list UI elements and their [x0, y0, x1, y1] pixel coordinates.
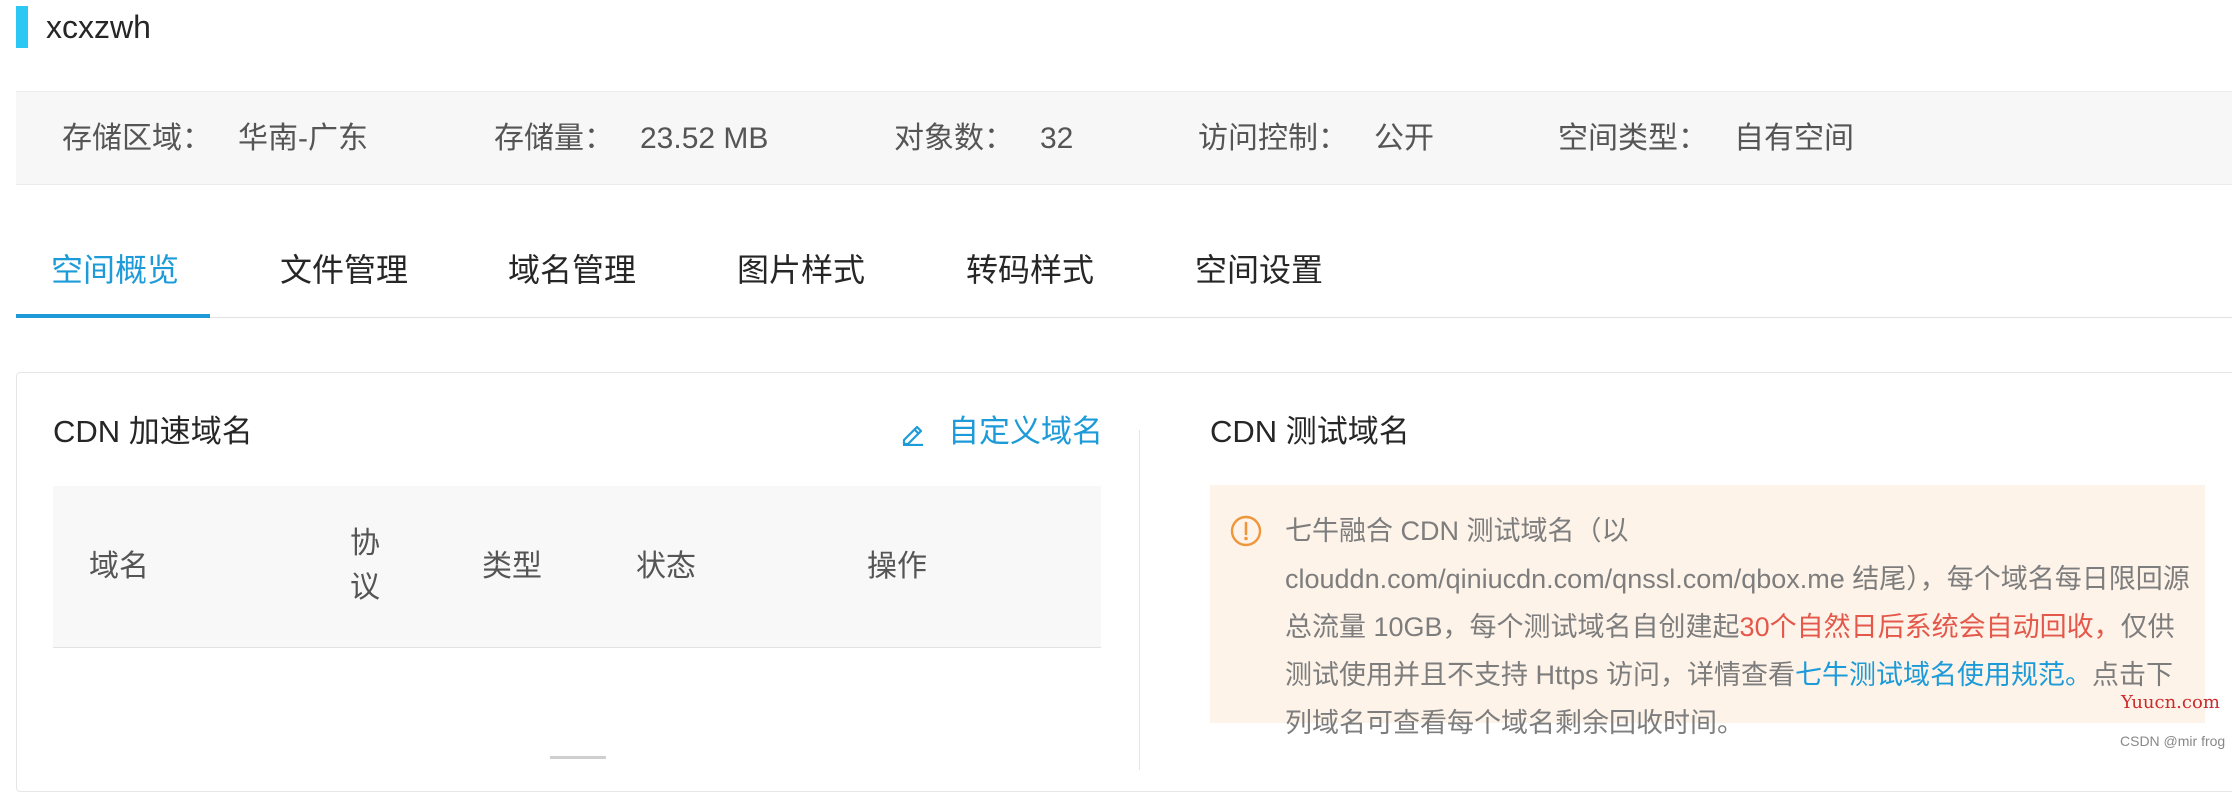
tab-domain-management[interactable]: 域名管理: [508, 230, 636, 318]
col-domain: 域名: [89, 550, 149, 583]
tab-image-styles[interactable]: 图片样式: [737, 230, 865, 318]
tab-bucket-settings[interactable]: 空间设置: [1195, 230, 1323, 318]
active-tab-indicator: [16, 314, 210, 318]
info-storage-value: 23.52 MB: [640, 122, 769, 155]
info-storage: 存储量： 23.52 MB: [494, 92, 768, 186]
watermark-author: CSDN @mir frog: [2120, 733, 2226, 749]
info-objects: 对象数： 32: [894, 92, 1073, 186]
info-region-value: 华南-广东: [238, 122, 368, 155]
tab-overview[interactable]: 空间概览: [51, 230, 179, 318]
bucket-info-bar: 存储区域： 华南-广东 存储量： 23.52 MB 对象数： 32 访问控制： 公开 空…: [16, 91, 2232, 185]
cdn-accel-title: CDN 加速域名: [53, 414, 253, 449]
custom-domain-button[interactable]: 自定义域名: [900, 412, 1103, 452]
info-type: 空间类型： 自有空间: [1558, 92, 1854, 186]
info-region-label: 存储区域：: [62, 122, 212, 155]
title-accent-bar: [16, 6, 28, 48]
col-type: 类型: [482, 550, 542, 583]
info-objects-label: 对象数：: [894, 122, 1014, 155]
custom-domain-label: 自定义域名: [948, 414, 1103, 449]
info-storage-label: 存储量：: [494, 122, 614, 155]
pencil-icon: [902, 425, 923, 446]
info-objects-value: 32: [1040, 122, 1074, 155]
info-access-value: 公开: [1374, 122, 1434, 155]
bucket-name: xcxzwh: [46, 9, 151, 45]
bucket-tabs: 空间概览 文件管理 域名管理 图片样式 转码样式 空间设置: [16, 230, 2232, 318]
cdn-test-title: CDN 测试域名: [1210, 414, 1410, 449]
info-type-value: 自有空间: [1734, 122, 1854, 155]
notice-text: 七牛融合 CDN 测试域名（以 clouddn.com/qiniucdn.com…: [1285, 507, 2190, 747]
exclamation-circle-icon: [1230, 515, 1262, 547]
col-status: 状态: [636, 550, 696, 583]
test-domain-notice: 七牛融合 CDN 测试域名（以 clouddn.com/qiniucdn.com…: [1210, 485, 2205, 738]
info-access-label: 访问控制：: [1198, 122, 1348, 155]
tab-transcode-styles[interactable]: 转码样式: [966, 230, 1094, 318]
card-divider: [1139, 430, 1140, 770]
info-type-label: 空间类型：: [1558, 122, 1708, 155]
watermark-site: Yuucn.com: [2121, 692, 2220, 713]
col-actions: 操作: [867, 550, 927, 583]
col-protocol: 协议: [350, 527, 380, 604]
domain-table-header: 域名 协议 类型 状态 操作: [53, 486, 1101, 648]
test-domain-rules-link[interactable]: 七牛测试域名使用规范。: [1795, 660, 2092, 690]
info-region: 存储区域： 华南-广东: [62, 92, 368, 186]
tab-file-management[interactable]: 文件管理: [280, 230, 408, 318]
notice-warning: 30个自然日后系统会自动回收，: [1739, 612, 2121, 642]
info-access: 访问控制： 公开: [1198, 92, 1434, 186]
